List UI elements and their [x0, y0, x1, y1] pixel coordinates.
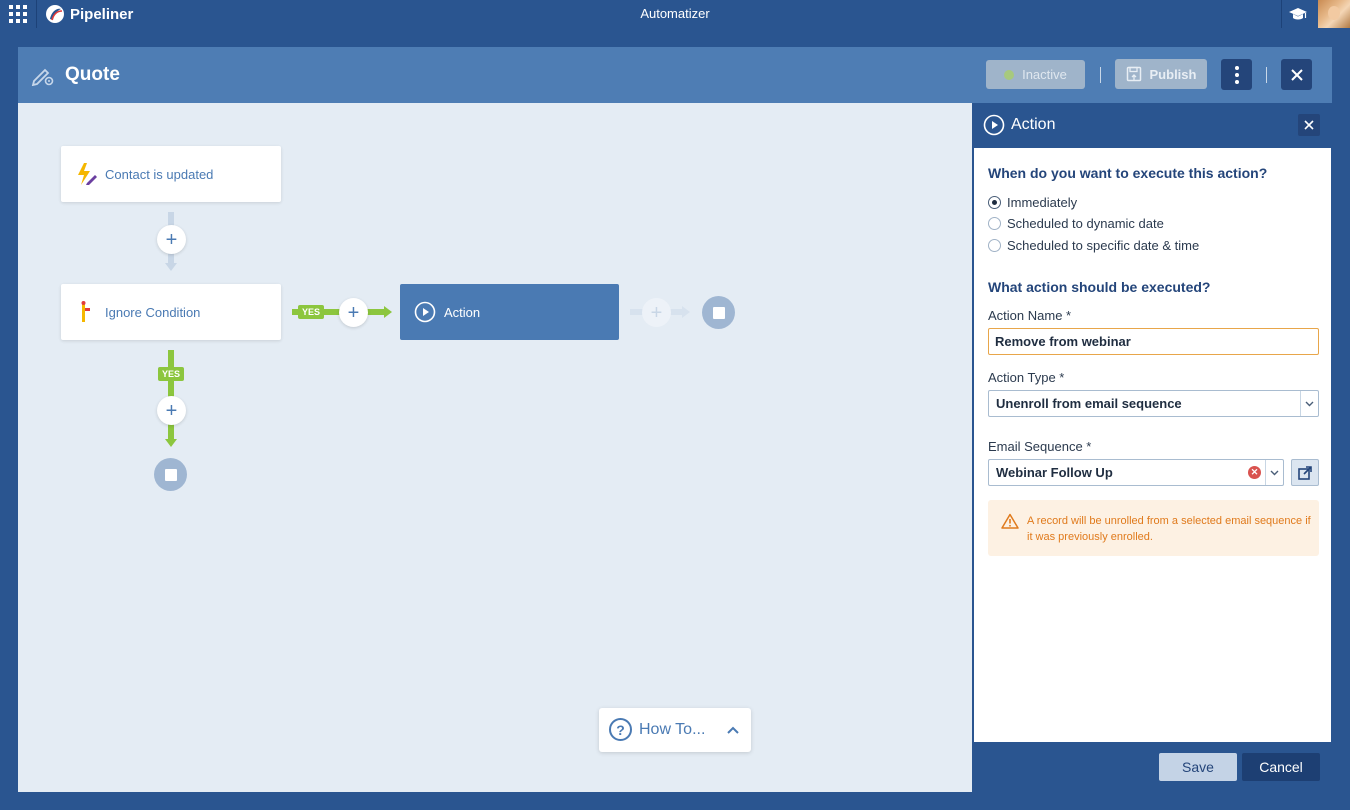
email-sequence-label: Email Sequence * [988, 439, 1092, 454]
action-node[interactable]: Action [400, 284, 619, 340]
radio-label: Immediately [1007, 195, 1078, 210]
trigger-label: Contact is updated [105, 166, 214, 182]
automation-editor: Quote Inactive Publish Contact is update… [18, 47, 1332, 792]
publish-label: Publish [1149, 66, 1197, 82]
end-node-icon [702, 296, 735, 329]
close-panel-button[interactable] [1298, 114, 1320, 136]
status-dot-icon [1004, 69, 1015, 80]
warning-triangle-icon [1001, 513, 1019, 529]
play-circle-icon [414, 301, 436, 323]
flow-connectors [165, 212, 690, 447]
radio-dynamic-date[interactable]: Scheduled to dynamic date [988, 216, 1164, 231]
end-node-icon [154, 458, 187, 491]
email-sequence-value: Webinar Follow Up [996, 465, 1113, 480]
edit-settings-icon [31, 68, 54, 86]
chevron-down-icon[interactable] [1265, 460, 1283, 485]
condition-branch-icon [81, 301, 90, 322]
warning-message: A record will be unrolled from a selecte… [988, 500, 1319, 556]
radio-label: Scheduled to dynamic date [1007, 216, 1164, 231]
topbar-divider [1281, 0, 1282, 28]
what-question: What action should be executed? [988, 279, 1211, 295]
radio-selected-icon[interactable] [988, 196, 1001, 209]
action-name-input[interactable]: Remove from webinar [988, 328, 1319, 355]
close-editor-button[interactable] [1281, 59, 1312, 90]
radio-immediately[interactable]: Immediately [988, 195, 1077, 210]
condition-label: Ignore Condition [105, 304, 201, 320]
yes-branch-badge: YES [298, 305, 325, 319]
radio-icon[interactable] [988, 217, 1001, 230]
email-sequence-select[interactable]: Webinar Follow Up ✕ [988, 459, 1284, 486]
inactive-toggle-button[interactable]: Inactive [986, 60, 1085, 89]
add-step-button[interactable]: + [642, 298, 671, 327]
condition-node[interactable]: Ignore Condition [61, 284, 281, 340]
header-separator [1100, 67, 1101, 83]
save-button[interactable]: Save [1159, 753, 1237, 781]
action-label: Action [444, 304, 481, 320]
editor-header: Quote Inactive Publish [18, 47, 1332, 103]
warning-text: A record will be unrolled from a selecte… [1027, 515, 1311, 543]
when-question: When do you want to execute this action? [988, 165, 1268, 181]
header-separator [1266, 67, 1267, 83]
more-options-button[interactable] [1221, 59, 1252, 90]
play-circle-icon [983, 114, 1005, 136]
top-bar: Pipeliner Automatizer [0, 0, 1350, 28]
radio-label: Scheduled to specific date & time [1007, 238, 1200, 253]
workflow-canvas[interactable]: Contact is updated + Ignore Condition YE… [18, 103, 972, 792]
panel-title: Action [1011, 116, 1056, 133]
page-title: Quote [65, 64, 120, 85]
add-step-button[interactable]: + [157, 396, 186, 425]
user-avatar[interactable] [1318, 0, 1350, 28]
close-icon [1290, 68, 1303, 81]
action-name-label: Action Name * [988, 308, 1072, 323]
add-step-button[interactable]: + [157, 225, 186, 254]
cancel-button[interactable]: Cancel [1242, 753, 1320, 781]
panel-body: When do you want to execute this action?… [974, 148, 1331, 742]
clear-icon[interactable]: ✕ [1248, 466, 1261, 479]
how-to-panel[interactable]: ? How To... [599, 708, 751, 752]
lightning-edit-icon [78, 163, 97, 185]
add-step-button[interactable]: + [339, 298, 368, 327]
app-title: Automatizer [640, 6, 710, 21]
close-icon [1304, 120, 1314, 130]
action-settings-panel: Action When do you want to execute this … [972, 103, 1332, 792]
chevron-up-icon[interactable] [725, 722, 741, 738]
external-link-icon [1298, 465, 1312, 480]
radio-icon[interactable] [988, 239, 1001, 252]
action-type-label: Action Type * [988, 370, 1065, 385]
yes-branch-badge: YES [158, 367, 185, 381]
panel-header: Action [972, 103, 1332, 148]
academy-cap-icon[interactable] [1288, 5, 1308, 23]
save-document-icon [1126, 66, 1141, 82]
action-type-select[interactable]: Unenroll from email sequence [988, 390, 1319, 417]
chevron-down-icon[interactable] [1300, 391, 1318, 416]
action-type-value: Unenroll from email sequence [996, 396, 1182, 411]
trigger-node[interactable]: Contact is updated [61, 146, 281, 202]
help-icon: ? [609, 718, 632, 741]
how-to-label: How To... [639, 721, 706, 738]
radio-specific-date[interactable]: Scheduled to specific date & time [988, 238, 1199, 253]
inactive-label: Inactive [1022, 67, 1067, 82]
publish-button[interactable]: Publish [1115, 59, 1207, 89]
open-sequence-button[interactable] [1291, 459, 1319, 486]
